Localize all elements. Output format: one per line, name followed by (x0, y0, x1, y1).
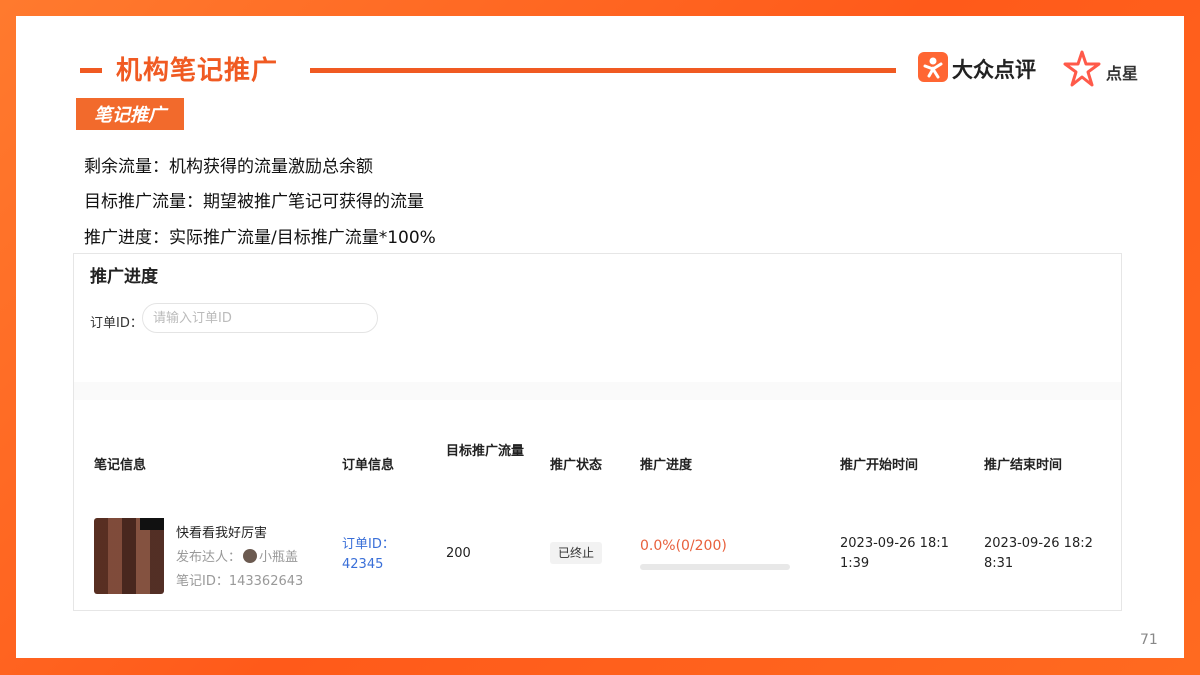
status-badge: 已终止 (550, 542, 603, 564)
thumbnail-corner (140, 518, 164, 530)
dianping-logo-icon (918, 52, 948, 82)
note-title[interactable]: 快看看我好厉害 (176, 522, 267, 541)
start-time: 2023-09-26 18:11:39 (840, 536, 949, 571)
order-id-label: 订单ID： (90, 316, 143, 331)
promotion-progress-panel: 推广进度 订单ID： 笔记信息 订单信息 目标推广流量 推广状态 推广进度 推广… (73, 253, 1122, 611)
dianping-brand: 大众点评 (952, 58, 1036, 82)
filter-card: 推广进度 订单ID： (74, 254, 1121, 382)
column-start-time: 推广开始时间 (840, 458, 919, 473)
note-author: 发布达人： 小瓶盖 (176, 546, 298, 565)
definition-progress: 推广进度：实际推广流量/目标推广流量*100% (84, 228, 436, 248)
author-name[interactable]: 小瓶盖 (259, 550, 298, 565)
progress-bar (640, 564, 790, 570)
order-id-link[interactable]: 订单ID：42345 (342, 535, 402, 575)
page-title: 机构笔记推广 (116, 56, 279, 86)
author-label: 发布达人： (176, 550, 242, 565)
header-dash (80, 68, 102, 73)
panel-title: 推广进度 (90, 267, 158, 287)
column-target-traffic: 目标推广流量 (446, 444, 525, 459)
column-note-info: 笔记信息 (94, 458, 147, 473)
page-number: 71 (1140, 632, 1158, 648)
dianxing-star-icon (1062, 50, 1102, 92)
definition-target-traffic: 目标推广流量：期望被推广笔记可获得的流量 (84, 192, 424, 212)
column-order-info: 订单信息 (342, 458, 395, 473)
section-badge: 笔记推广 (76, 98, 184, 130)
avatar (243, 549, 258, 563)
progress-table: 笔记信息 订单信息 目标推广流量 推广状态 推广进度 推广开始时间 推广结束时间… (74, 400, 1121, 610)
end-time: 2023-09-26 18:28:31 (984, 536, 1093, 571)
definition-remaining-traffic: 剩余流量：机构获得的流量激励总余额 (84, 157, 373, 177)
dianxing-brand: 点星 (1106, 64, 1139, 83)
order-id-input[interactable] (142, 303, 378, 333)
target-traffic-value: 200 (446, 546, 471, 561)
column-progress: 推广进度 (640, 458, 693, 473)
slide: 机构笔记推广 大众点评 点星 笔记推广 剩余流量：机构获得的流量激励总余额 目标… (16, 16, 1184, 658)
column-status: 推广状态 (550, 458, 603, 473)
note-id: 笔记ID：143362643 (176, 574, 304, 589)
column-end-time: 推广结束时间 (984, 458, 1063, 473)
header-rule (310, 68, 896, 73)
progress-text: 0.0%(0/200) (640, 538, 727, 554)
